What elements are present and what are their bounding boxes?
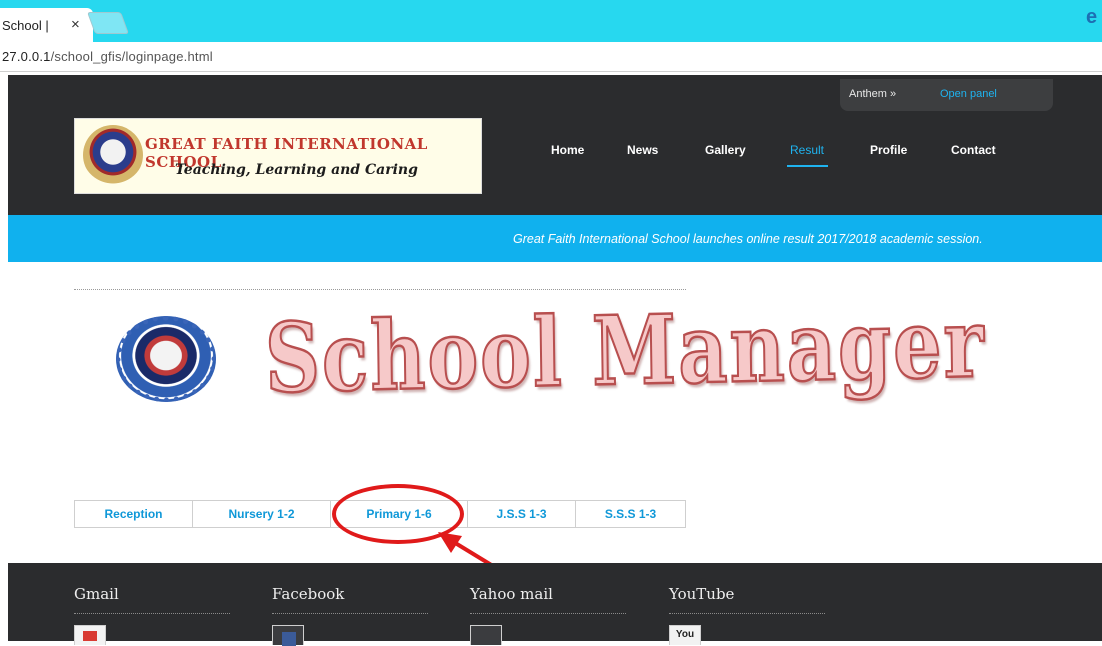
yahoo-mail-icon[interactable]: [470, 625, 502, 645]
footer-heading-gmail: Gmail: [74, 585, 230, 614]
open-panel-link[interactable]: Open panel: [940, 88, 997, 100]
browser-tab-title: School |: [2, 18, 49, 33]
school-manager-title: School Manager: [263, 286, 987, 415]
browser-logo-icon: e: [1086, 6, 1098, 28]
nav-result[interactable]: Result: [790, 143, 824, 157]
footer-col-gmail: Gmail: [74, 585, 230, 645]
browser-tab-bar: [0, 0, 1102, 42]
content-divider: [74, 289, 686, 290]
address-bar[interactable]: 27.0.0.1/school_gfis/loginpage.html: [0, 42, 1102, 72]
facebook-icon[interactable]: [272, 625, 304, 646]
wreath-icon: [116, 316, 216, 402]
footer-col-youtube: YouTube You: [669, 585, 825, 645]
tab-sss[interactable]: S.S.S 1-3: [576, 501, 685, 527]
close-tab-icon[interactable]: ×: [71, 16, 80, 33]
footer-heading-facebook: Facebook: [272, 585, 428, 614]
nav-contact[interactable]: Contact: [951, 143, 996, 157]
active-nav-underline: [787, 165, 828, 167]
tab-nursery[interactable]: Nursery 1-2: [193, 501, 331, 527]
annotation-circle: [332, 484, 464, 544]
ticker-text: Great Faith International School launche…: [513, 232, 983, 246]
nav-gallery[interactable]: Gallery: [705, 143, 746, 157]
nav-news[interactable]: News: [627, 143, 658, 157]
url-text[interactable]: 27.0.0.1/school_gfis/loginpage.html: [2, 49, 213, 64]
anthem-link[interactable]: Anthem »: [849, 88, 896, 100]
youtube-icon[interactable]: You: [669, 625, 701, 645]
url-host: 27.0.0.1: [2, 49, 51, 64]
nav-home[interactable]: Home: [551, 143, 584, 157]
footer-col-facebook: Facebook: [272, 585, 428, 646]
tab-jss[interactable]: J.S.S 1-3: [468, 501, 576, 527]
tab-reception[interactable]: Reception: [75, 501, 193, 527]
footer-heading-yahoo: Yahoo mail: [470, 585, 626, 614]
school-crest-large-icon: [116, 316, 216, 402]
nav-profile[interactable]: Profile: [870, 143, 907, 157]
footer-col-yahoo: Yahoo mail: [470, 585, 626, 645]
logo-tagline: Teaching, Learning and Caring: [175, 162, 418, 178]
url-path: /school_gfis/loginpage.html: [50, 49, 213, 64]
school-logo-banner[interactable]: GREAT FAITH INTERNATIONAL SCHOOL Teachin…: [74, 118, 482, 194]
browser-tab[interactable]: School | ×: [0, 8, 93, 42]
school-crest-icon: [83, 125, 143, 185]
gmail-icon[interactable]: [74, 625, 106, 645]
footer-heading-youtube: YouTube: [669, 585, 825, 614]
